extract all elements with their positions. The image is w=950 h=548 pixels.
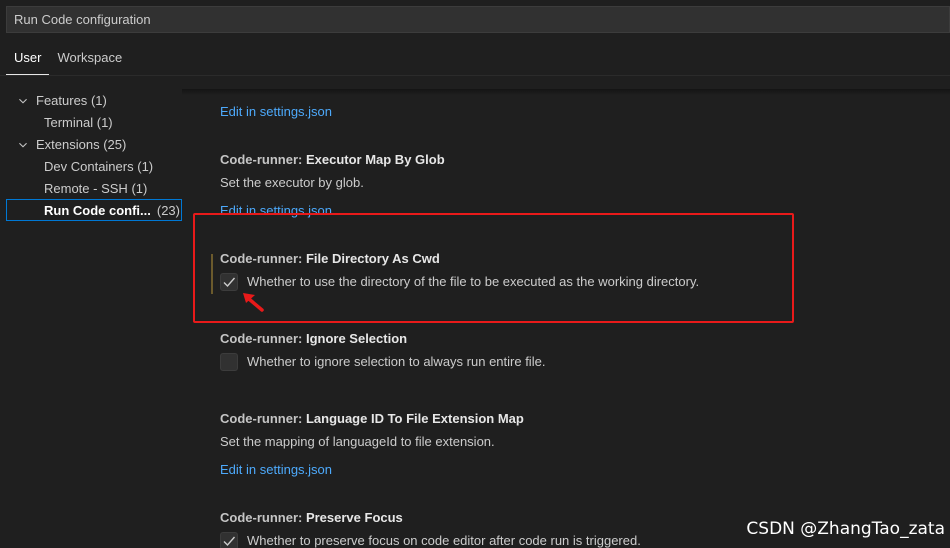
settings-toc-tree: Features (1) Terminal (1) Extensions (25… [6, 89, 182, 221]
setting-title: Preserve Focus [305, 510, 403, 525]
tree-item-count: (1) [90, 93, 107, 108]
tree-item-count: (1) [96, 115, 113, 130]
tree-item-count: (1) [137, 159, 154, 174]
chevron-down-icon [19, 98, 27, 104]
tree-item-terminal[interactable]: Terminal (1) [6, 111, 182, 133]
tab-workspace[interactable]: Workspace [49, 46, 130, 76]
annotation-arrow-icon [243, 293, 264, 312]
settings-scope-tabs: User Workspace [6, 46, 130, 76]
setting-category: Code-runner: [220, 331, 306, 346]
edit-in-settings-json-link[interactable]: Edit in settings.json [220, 102, 332, 122]
settings-search-input[interactable]: Run Code configuration [6, 6, 950, 33]
tree-item-label: Remote - SSH [44, 181, 128, 196]
tree-item-remote-ssh[interactable]: Remote - SSH (1) [6, 177, 182, 199]
tree-item-dev-containers[interactable]: Dev Containers (1) [6, 155, 182, 177]
watermark: CSDN @ZhangTao_zata [746, 519, 945, 539]
tree-item-extensions[interactable]: Extensions (25) [6, 133, 182, 155]
setting-category: Code-runner: [220, 152, 306, 167]
setting-description: Set the mapping of languageId to file ex… [220, 434, 495, 449]
chevron-down-icon [19, 142, 27, 148]
tree-item-features[interactable]: Features (1) [6, 89, 182, 111]
setting-category: Code-runner: [220, 510, 306, 525]
tree-item-count: (23) [156, 203, 180, 218]
setting-title: Executor Map By Glob [305, 152, 445, 167]
tree-item-label: Extensions [36, 137, 100, 152]
check-icon [223, 536, 236, 547]
setting-previous: Edit in settings.json [220, 102, 940, 122]
tab-divider [0, 75, 950, 76]
tree-item-run-code-config[interactable]: Run Code confi... (23) [6, 199, 182, 221]
setting-title: Language ID To File Extension Map [305, 411, 524, 426]
tree-item-label: Terminal [44, 115, 94, 130]
scroll-shadow [182, 89, 950, 95]
tree-item-label: Run Code confi... [44, 203, 151, 218]
annotation-highlight-box [193, 213, 794, 323]
tree-item-count: (25) [103, 137, 127, 152]
setting-description: Whether to ignore selection to always ru… [247, 354, 546, 369]
preserve-focus-checkbox[interactable] [220, 532, 238, 548]
setting-language-id-map: Code-runner: Language ID To File Extensi… [220, 409, 940, 480]
setting-ignore-selection: Code-runner: Ignore Selection Whether to… [220, 329, 940, 373]
setting-executor-map-by-glob: Code-runner: Executor Map By Glob Set th… [220, 150, 940, 221]
settings-editor: Run Code configuration User Workspace Fe… [0, 0, 950, 548]
tab-user[interactable]: User [6, 46, 50, 76]
ignore-selection-checkbox[interactable] [220, 353, 238, 371]
setting-description: Set the executor by glob. [220, 175, 364, 190]
setting-category: Code-runner: [220, 411, 306, 426]
setting-title: Ignore Selection [305, 331, 408, 346]
tree-item-label: Dev Containers [44, 159, 134, 174]
setting-description: Whether to preserve focus on code editor… [247, 533, 641, 548]
tree-item-count: (1) [131, 181, 148, 196]
edit-in-settings-json-link[interactable]: Edit in settings.json [220, 460, 332, 480]
tree-item-label: Features [36, 93, 88, 108]
